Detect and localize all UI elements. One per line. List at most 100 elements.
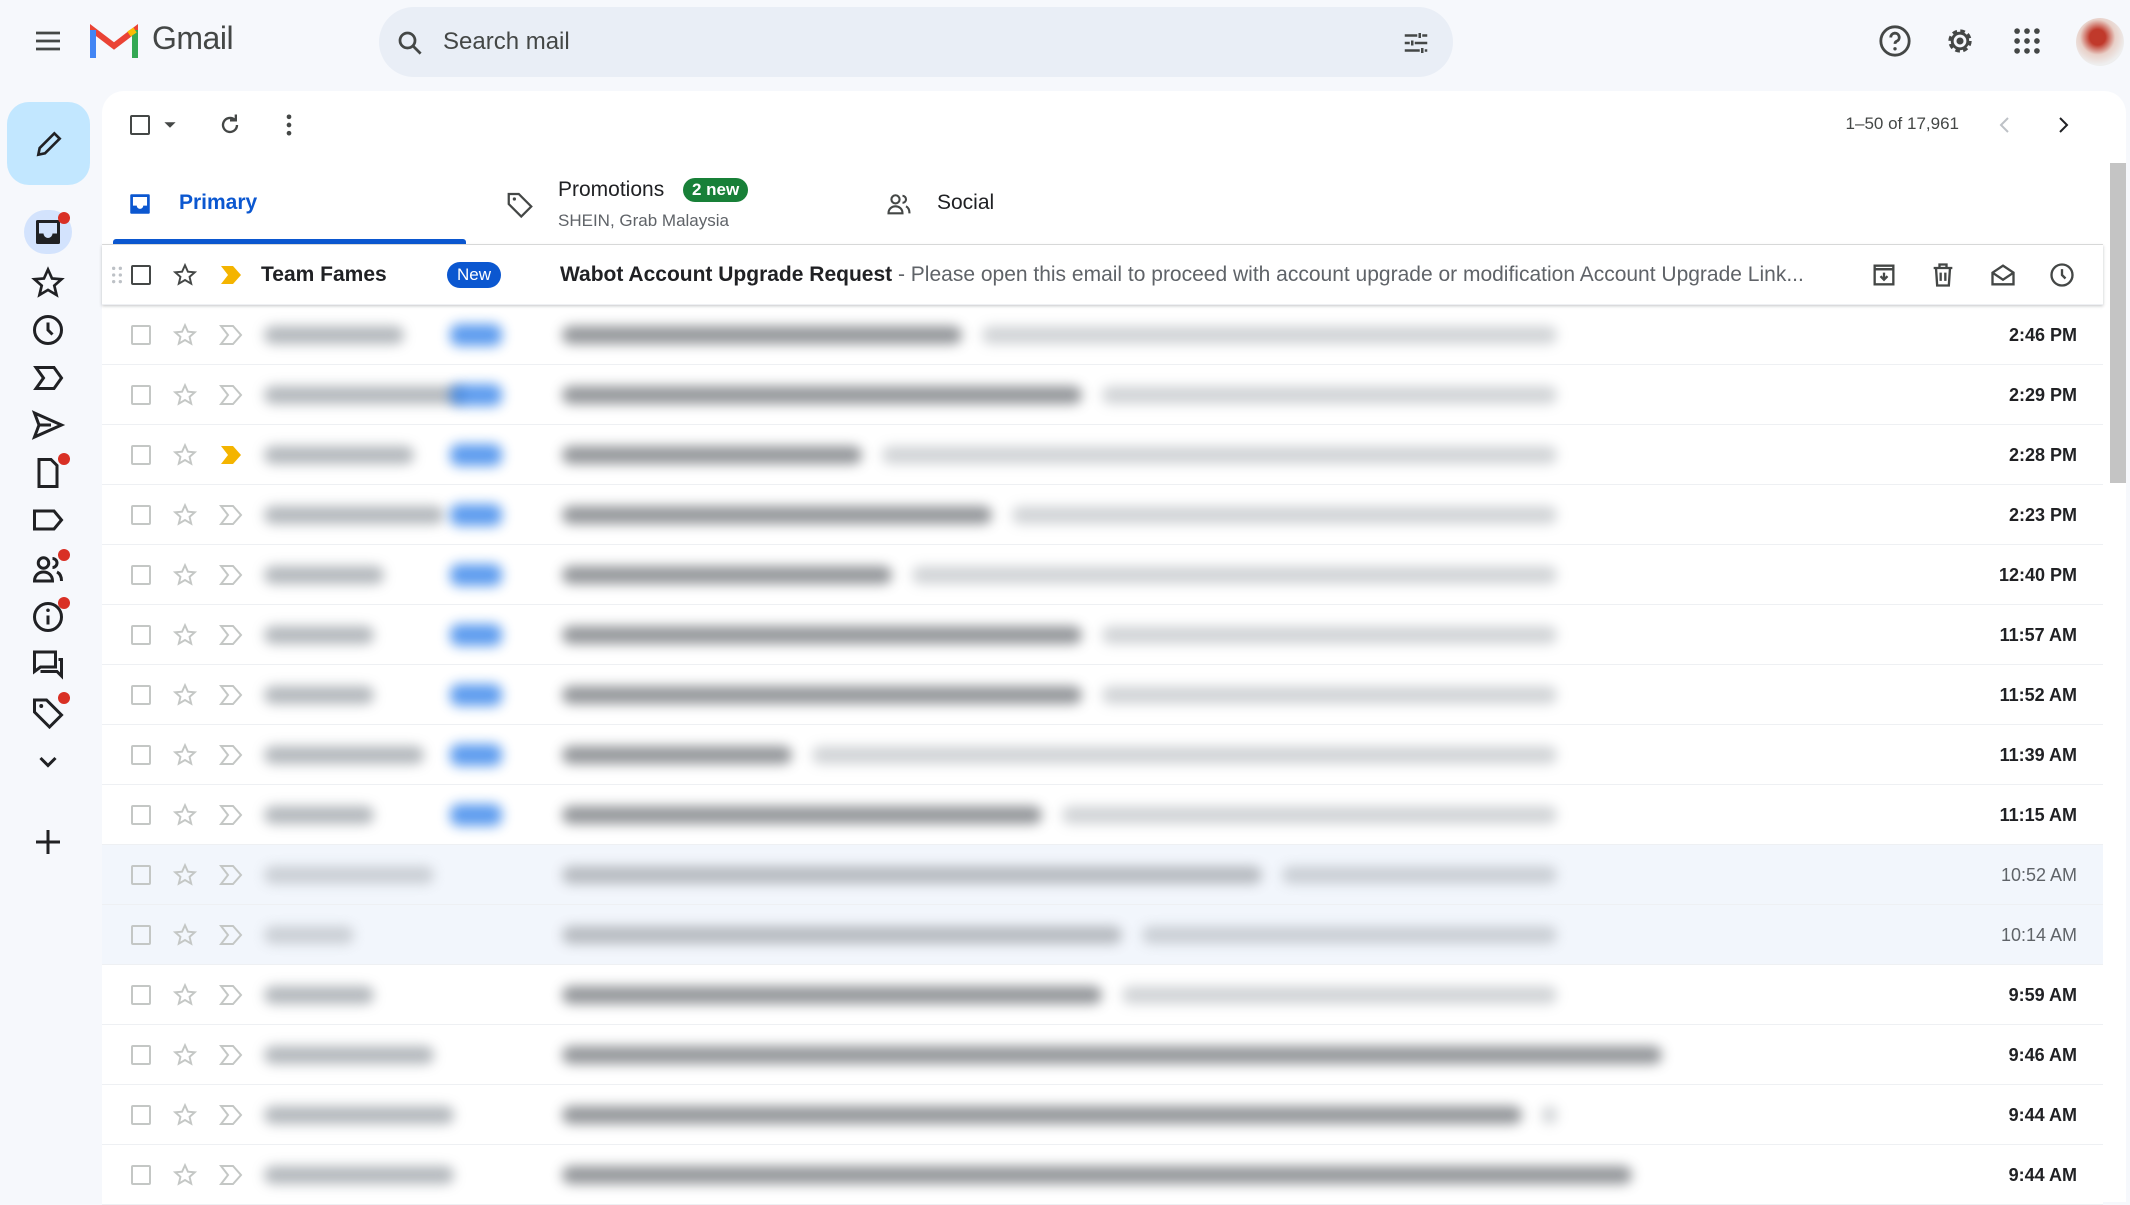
social-category-icon[interactable]: [30, 549, 70, 587]
more-chevron-down-icon[interactable]: [30, 743, 66, 779]
email-row[interactable]: 11:39 AM: [102, 725, 2103, 785]
row-checkbox[interactable]: [131, 865, 151, 885]
star-icon[interactable]: [172, 622, 198, 648]
apps-grid-icon[interactable]: [2010, 24, 2044, 58]
star-icon[interactable]: [172, 922, 198, 948]
next-page-chevron-icon[interactable]: [2051, 113, 2075, 137]
star-icon[interactable]: [172, 262, 198, 288]
snoozed-icon[interactable]: [30, 312, 66, 348]
main-menu-icon[interactable]: [32, 25, 64, 57]
important-marker-icon[interactable]: [219, 684, 243, 706]
row-checkbox[interactable]: [131, 625, 151, 645]
row-checkbox[interactable]: [131, 1165, 151, 1185]
row-checkbox[interactable]: [131, 385, 151, 405]
important-marker-icon[interactable]: [219, 444, 243, 466]
row-checkbox[interactable]: [131, 985, 151, 1005]
star-icon[interactable]: [172, 802, 198, 828]
snooze-clock-icon[interactable]: [2048, 261, 2076, 289]
important-marker-icon[interactable]: [219, 984, 243, 1006]
search-options-icon[interactable]: [1401, 28, 1431, 58]
archive-icon[interactable]: [1870, 261, 1898, 289]
delete-trash-icon[interactable]: [1929, 261, 1957, 289]
email-row[interactable]: 11:57 AM: [102, 605, 2103, 665]
star-icon[interactable]: [172, 862, 198, 888]
important-marker-icon[interactable]: [219, 1044, 243, 1066]
tab-primary[interactable]: Primary: [113, 163, 466, 245]
inbox-icon[interactable]: [30, 212, 70, 250]
row-checkbox[interactable]: [131, 745, 151, 765]
important-marker-icon[interactable]: [219, 744, 243, 766]
important-marker-icon[interactable]: [219, 504, 243, 526]
important-marker-icon[interactable]: [219, 924, 243, 946]
drag-handle-icon[interactable]: [110, 265, 124, 285]
row-checkbox[interactable]: [131, 685, 151, 705]
important-marker-icon[interactable]: [219, 864, 243, 886]
select-dropdown-caret-icon[interactable]: [163, 118, 177, 132]
create-label-plus-icon[interactable]: [30, 824, 66, 860]
sent-icon[interactable]: [30, 407, 66, 443]
star-icon[interactable]: [172, 562, 198, 588]
promotions-category-icon[interactable]: [30, 692, 70, 730]
row-checkbox[interactable]: [131, 325, 151, 345]
label-icon[interactable]: [30, 502, 66, 538]
row-checkbox[interactable]: [131, 265, 151, 285]
important-marker-icon[interactable]: [219, 1164, 243, 1186]
email-row[interactable]: 2:29 PM: [102, 365, 2103, 425]
email-row[interactable]: 11:15 AM: [102, 785, 2103, 845]
select-all-checkbox[interactable]: [130, 115, 150, 135]
important-marker-icon[interactable]: [219, 264, 243, 286]
email-row[interactable]: Team Fames New Wabot Account Upgrade Req…: [102, 245, 2103, 305]
important-marker-icon[interactable]: [219, 324, 243, 346]
star-icon[interactable]: [172, 682, 198, 708]
forums-icon[interactable]: [30, 646, 66, 682]
important-marker-icon[interactable]: [219, 384, 243, 406]
email-row[interactable]: 2:28 PM: [102, 425, 2103, 485]
row-checkbox[interactable]: [131, 445, 151, 465]
refresh-icon[interactable]: [216, 111, 244, 139]
important-marker-icon[interactable]: [219, 804, 243, 826]
row-checkbox[interactable]: [131, 565, 151, 585]
star-icon[interactable]: [172, 442, 198, 468]
important-marker-icon[interactable]: [219, 564, 243, 586]
previous-page-chevron-icon[interactable]: [1993, 113, 2017, 137]
search-bar[interactable]: Search mail: [379, 7, 1453, 77]
star-icon[interactable]: [172, 1102, 198, 1128]
star-icon[interactable]: [172, 982, 198, 1008]
row-checkbox[interactable]: [131, 505, 151, 525]
search-input[interactable]: Search mail: [443, 7, 570, 77]
email-row[interactable]: 2:46 PM: [102, 305, 2103, 365]
settings-icon[interactable]: [1943, 24, 1977, 58]
row-checkbox[interactable]: [131, 1045, 151, 1065]
more-options-icon[interactable]: [275, 111, 303, 139]
tab-social[interactable]: Social: [880, 163, 1220, 245]
star-icon[interactable]: [172, 382, 198, 408]
help-icon[interactable]: [1878, 24, 1912, 58]
star-icon[interactable]: [172, 322, 198, 348]
email-row[interactable]: 9:44 AM: [102, 1145, 2103, 1205]
search-icon[interactable]: [395, 28, 425, 58]
row-checkbox[interactable]: [131, 925, 151, 945]
email-row[interactable]: 9:59 AM: [102, 965, 2103, 1025]
important-icon[interactable]: [30, 360, 66, 396]
email-row[interactable]: 10:52 AM: [102, 845, 2103, 905]
email-row[interactable]: 12:40 PM: [102, 545, 2103, 605]
starred-icon[interactable]: [30, 265, 66, 301]
account-avatar[interactable]: [2076, 18, 2124, 66]
scrollbar-thumb[interactable]: [2110, 163, 2126, 483]
tab-promotions[interactable]: Promotions 2 new SHEIN, Grab Malaysia: [500, 163, 860, 245]
compose-button[interactable]: [7, 102, 90, 185]
updates-icon[interactable]: [30, 597, 70, 635]
drafts-icon[interactable]: [30, 453, 70, 491]
star-icon[interactable]: [172, 502, 198, 528]
star-icon[interactable]: [172, 1042, 198, 1068]
important-marker-icon[interactable]: [219, 1104, 243, 1126]
email-row[interactable]: 9:46 AM: [102, 1025, 2103, 1085]
email-row[interactable]: 10:14 AM: [102, 905, 2103, 965]
email-row[interactable]: 9:44 AM: [102, 1085, 2103, 1145]
star-icon[interactable]: [172, 742, 198, 768]
star-icon[interactable]: [172, 1162, 198, 1188]
email-row[interactable]: 11:52 AM: [102, 665, 2103, 725]
mark-as-read-envelope-icon[interactable]: [1989, 261, 2017, 289]
gmail-logo-icon[interactable]: [90, 22, 138, 60]
row-checkbox[interactable]: [131, 1105, 151, 1125]
